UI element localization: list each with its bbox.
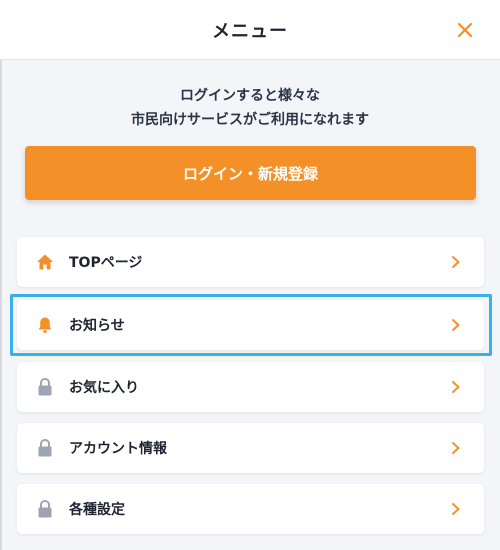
- login-register-button[interactable]: ログイン・新規登録: [25, 146, 476, 200]
- menu-item-label: お気に入り: [69, 380, 139, 396]
- lock-icon: [35, 438, 55, 458]
- menu-header: メニュー: [0, 0, 500, 60]
- menu-item-label: 各種設定: [69, 502, 125, 518]
- page-title: メニュー: [212, 20, 288, 42]
- menu-item-top-page[interactable]: TOPページ: [17, 237, 484, 287]
- menu-item-account-info[interactable]: アカウント情報: [17, 423, 484, 473]
- menu-item-settings[interactable]: 各種設定: [17, 484, 484, 534]
- menu-item-label: お知らせ: [69, 318, 125, 334]
- left-edge-divider: [0, 0, 2, 550]
- menu-item-label: アカウント情報: [69, 441, 167, 457]
- login-prompt-line-1: ログインすると様々な: [180, 88, 320, 104]
- login-prompt-line-2: 市民向けサービスがご利用になれます: [131, 112, 369, 128]
- menu-screen: メニュー ログインすると様々な 市民向けサービスがご利用になれます ログイン・新…: [0, 0, 500, 550]
- close-button[interactable]: [452, 17, 478, 43]
- home-icon: [35, 252, 55, 272]
- login-prompt: ログインすると様々な 市民向けサービスがご利用になれます: [0, 84, 500, 132]
- chevron-right-icon: [452, 256, 460, 268]
- close-icon: [457, 22, 473, 38]
- chevron-right-icon: [452, 503, 460, 515]
- menu-item-notices[interactable]: お知らせ: [17, 300, 484, 350]
- chevron-right-icon: [452, 442, 460, 454]
- menu-item-label: TOPページ: [69, 255, 143, 271]
- bell-icon: [35, 315, 55, 335]
- lock-icon: [35, 499, 55, 519]
- chevron-right-icon: [452, 319, 460, 331]
- menu-item-favorites[interactable]: お気に入り: [17, 362, 484, 412]
- chevron-right-icon: [452, 381, 460, 393]
- lock-icon: [35, 377, 55, 397]
